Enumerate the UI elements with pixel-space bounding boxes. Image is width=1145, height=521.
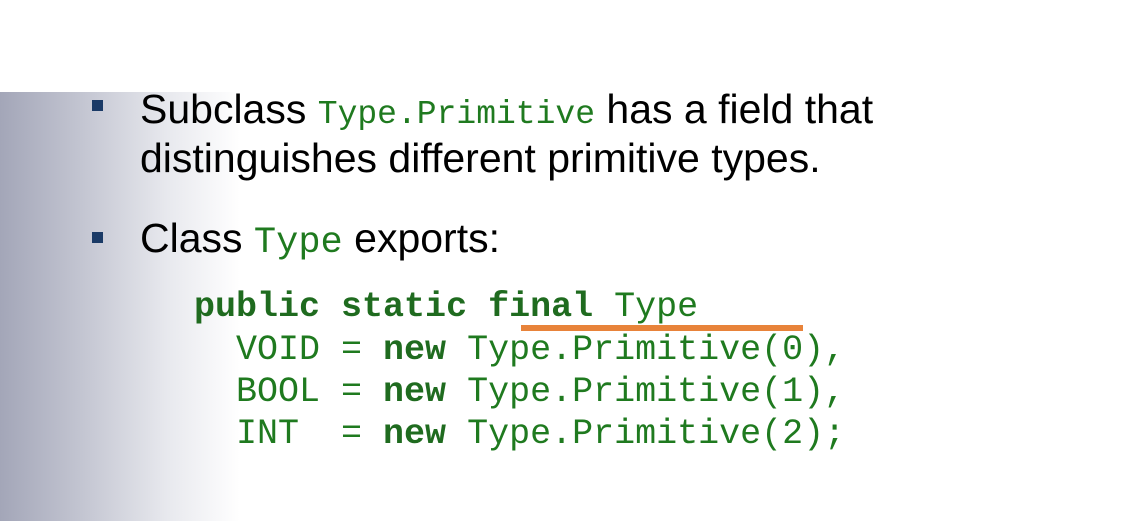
keyword-new: new [383,414,447,454]
bullet-2-line: Class Type exports: [140,215,500,267]
constructor-call: Type.Primitive(1), [446,372,846,412]
constant-name: BOOL [236,372,321,412]
type-name: Type [614,287,699,327]
constructor-call: Type.Primitive(2); [446,414,846,454]
equals: = [320,330,384,370]
equals: = [320,372,384,412]
bullet-1-line-2: distinguishes different primitive types. [140,135,821,181]
equals: = [299,414,384,454]
keyword-public: public [194,287,321,327]
bullet-2-text-a: Class [140,215,254,261]
bullet-1-line-1: Subclass Type.Primitive has a field that [140,86,873,138]
constant-name: VOID [236,330,321,370]
keyword-new: new [383,330,447,370]
bullet-square-icon [92,232,103,243]
constant-name: INT [236,414,300,454]
keyword-final: final [488,287,594,327]
keyword-static: static [341,287,468,327]
code-line-bool: BOOL = new Type.Primitive(1), [194,371,845,413]
code-line-int: INT = new Type.Primitive(2); [194,413,845,455]
bullet-2-code: Type [253,222,343,264]
code-line-void: VOID = new Type.Primitive(0), [194,329,845,371]
constructor-call: Type.Primitive(0), [446,330,846,370]
slide: Subclass Type.Primitive has a field that… [0,0,1145,521]
keyword-new: new [383,372,447,412]
bullet-1-text-a: Subclass [140,86,318,132]
bullet-2-text-b: exports: [342,215,500,261]
bullet-1-code: Type.Primitive [317,96,596,133]
bullet-square-icon [92,100,103,111]
bullet-1-text-b: has a field that [595,86,874,132]
code-line-declaration: public static final Type [194,286,698,328]
